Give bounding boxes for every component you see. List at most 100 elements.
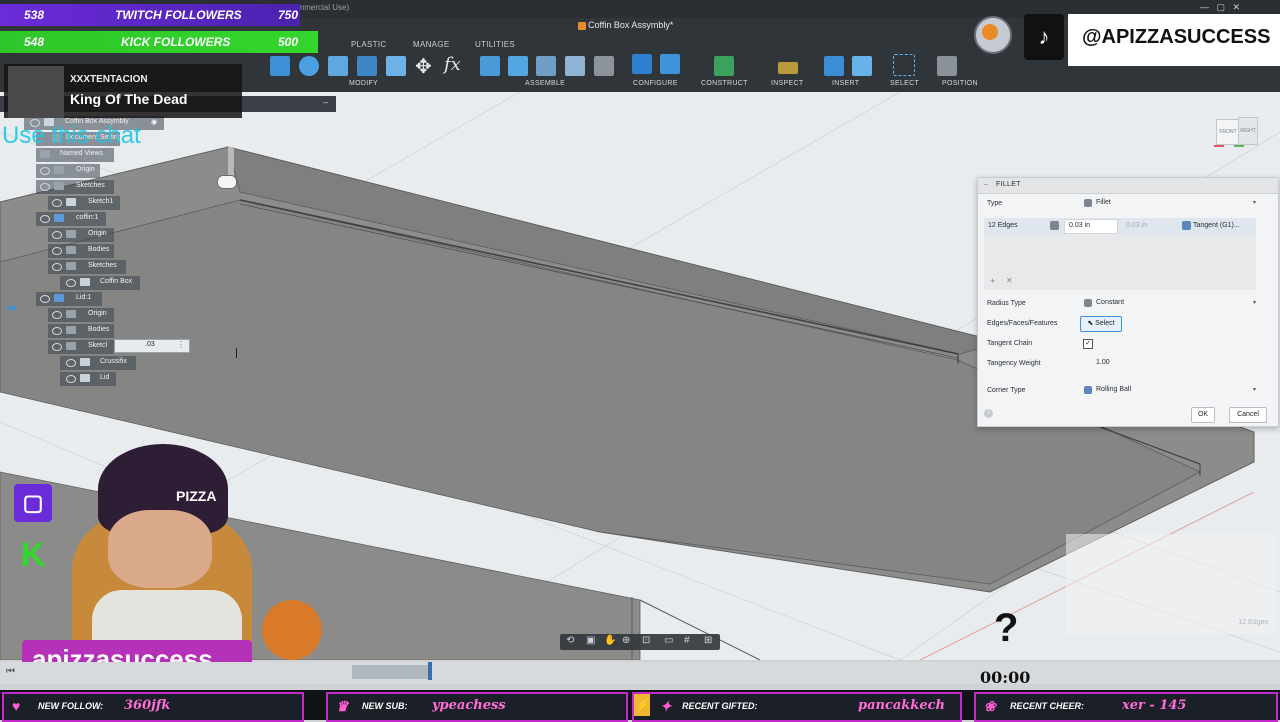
visibility-eye-icon[interactable] <box>40 183 50 191</box>
continuity-value[interactable]: Tangent (G1)... <box>1193 222 1240 229</box>
viewcube[interactable]: FRONT RIGHT <box>1212 109 1260 157</box>
viewcube-x-axis <box>1214 145 1224 147</box>
zoom-icon[interactable]: ⊕ <box>622 635 630 646</box>
visibility-eye-icon[interactable] <box>52 247 62 255</box>
visibility-eye-icon[interactable] <box>40 215 50 223</box>
timeline-start-icon[interactable]: ⏮ <box>6 666 15 677</box>
group-insert[interactable]: INSERT <box>832 80 859 87</box>
question-mark: ? <box>994 606 1019 650</box>
group-inspect[interactable]: INSPECT <box>771 80 803 87</box>
viewcube-front[interactable]: FRONT <box>1216 119 1240 145</box>
offset-plane-icon[interactable] <box>714 56 734 76</box>
chevron-down-icon: ▾ <box>1252 387 1256 393</box>
position-capture-icon[interactable] <box>937 56 957 76</box>
joint-marker-icon[interactable] <box>217 175 237 189</box>
pan-icon[interactable]: ✋ <box>604 635 616 646</box>
move-tool-icon[interactable]: ✥ <box>415 54 432 79</box>
inline-value-input[interactable]: .03 ⋮ <box>114 339 190 353</box>
visibility-eye-icon[interactable] <box>52 343 62 351</box>
edge-set-list: 12 Edges 0.03 in 0.03 in Tangent (G1)...… <box>984 218 1256 290</box>
look-at-icon[interactable]: ▣ <box>586 635 595 646</box>
edges-faces-label: Edges/Faces/Features <box>987 320 1058 327</box>
radius-type-dropdown[interactable]: Constant ▾ <box>1081 296 1259 311</box>
navigation-bar: ⟲ ▣ ✋ ⊕ ⊡ ▭ # ⊞ <box>560 634 720 650</box>
corner-type-dropdown[interactable]: Rolling Ball ▾ <box>1081 383 1259 398</box>
tangent-chain-checkbox[interactable]: ✓ <box>1083 339 1093 349</box>
browser-collapse-icon[interactable]: – <box>323 97 328 107</box>
tab-utilities[interactable]: UTILITIES <box>475 40 515 49</box>
type-dropdown[interactable]: Fillet ▾ <box>1081 196 1259 211</box>
group-position[interactable]: POSITION <box>942 80 978 87</box>
measure-icon[interactable] <box>778 62 798 74</box>
visibility-eye-icon[interactable] <box>40 295 50 303</box>
folder-icon <box>66 262 76 270</box>
artist-name: XXXTENTACION <box>70 74 148 85</box>
radius-input[interactable]: 0.03 in <box>1064 219 1118 234</box>
corner-type-label: Corner Type <box>987 387 1026 394</box>
insert-derive-icon[interactable] <box>824 56 844 76</box>
fit-icon[interactable]: ⊡ <box>642 635 650 646</box>
insert-image-icon[interactable] <box>852 56 872 76</box>
browser-item-label: Origin <box>76 166 95 173</box>
tiktok-banner: ♪ @APIZZASUCCESS <box>1024 14 1280 66</box>
visibility-eye-icon[interactable] <box>52 311 62 319</box>
select-button[interactable]: ⬉ Select <box>1080 316 1122 332</box>
parameters-fx-icon[interactable]: fx <box>444 54 461 75</box>
fillet-dialog-header[interactable]: – FILLET <box>978 178 1278 194</box>
cancel-button[interactable]: Cancel <box>1229 407 1267 423</box>
group-configure[interactable]: CONFIGURE <box>633 80 678 87</box>
group-assemble[interactable]: ASSEMBLE <box>525 80 565 87</box>
add-set-icon[interactable]: + <box>990 276 995 286</box>
group-select[interactable]: SELECT <box>890 80 919 87</box>
group-construct[interactable]: CONSTRUCT <box>701 80 748 87</box>
orbit-icon[interactable]: ⟲ <box>566 635 574 646</box>
visibility-eye-icon[interactable] <box>52 263 62 271</box>
timeline-features[interactable] <box>352 665 432 679</box>
webcam-feed: PIZZA <box>62 440 332 660</box>
new-component-icon[interactable] <box>480 56 500 76</box>
chamfer-tool-icon[interactable] <box>299 56 319 76</box>
tab-plastic[interactable]: PLASTIC <box>351 40 386 49</box>
scale-tool-icon[interactable] <box>386 56 406 76</box>
display-settings-icon[interactable]: ▭ <box>664 635 673 646</box>
fillet-tool-icon[interactable] <box>270 56 290 76</box>
visibility-eye-icon[interactable] <box>66 359 76 367</box>
visibility-eye-icon[interactable] <box>66 279 76 287</box>
event-value: ypeachess <box>432 698 506 713</box>
configure-table-icon[interactable] <box>660 54 680 74</box>
tab-manage[interactable]: MANAGE <box>413 40 449 49</box>
timeline-marker[interactable] <box>428 662 432 680</box>
select-window-icon[interactable] <box>893 54 915 76</box>
joint-tool-icon[interactable] <box>508 56 528 76</box>
inline-value-text: .03 <box>145 341 155 348</box>
ok-button[interactable]: OK <box>1191 407 1215 423</box>
as-built-joint-icon[interactable] <box>536 56 556 76</box>
visibility-eye-icon[interactable] <box>40 167 50 175</box>
event-value: xer - 145 <box>1122 698 1187 713</box>
remove-set-icon[interactable]: ✕ <box>1006 276 1013 285</box>
visibility-eye-icon[interactable] <box>52 231 62 239</box>
joint-origin-icon[interactable] <box>565 56 585 76</box>
grid-settings-icon[interactable]: # <box>684 635 690 646</box>
info-icon[interactable]: i <box>984 409 993 418</box>
collapse-icon[interactable]: – <box>984 181 988 188</box>
viewports-icon[interactable]: ⊞ <box>704 635 712 646</box>
shell-tool-icon[interactable] <box>328 56 348 76</box>
edge-set-row[interactable]: 12 Edges 0.03 in 0.03 in Tangent (G1)... <box>984 218 1256 234</box>
group-modify[interactable]: MODIFY <box>349 80 378 87</box>
draft-tool-icon[interactable] <box>357 56 377 76</box>
configure-icon[interactable] <box>632 54 652 74</box>
window-controls[interactable]: — ▢ ✕ <box>1200 2 1240 13</box>
tangency-weight-input[interactable]: 1.00 <box>1081 356 1259 371</box>
rigid-group-icon[interactable] <box>594 56 614 76</box>
visibility-eye-icon[interactable] <box>66 375 76 383</box>
more-options-icon[interactable]: ⋮ <box>177 340 185 349</box>
paw-icon: ❀ <box>984 698 996 714</box>
visibility-eye-icon[interactable] <box>52 327 62 335</box>
viewcube-right[interactable]: RIGHT <box>1238 117 1258 145</box>
visibility-eye-icon[interactable] <box>52 199 62 207</box>
event-label: NEW SUB: <box>362 701 408 711</box>
tangency-weight-value: 1.00 <box>1096 359 1110 366</box>
twitch-count: 538 <box>24 8 45 22</box>
record-icon[interactable]: ◉ <box>151 118 157 126</box>
